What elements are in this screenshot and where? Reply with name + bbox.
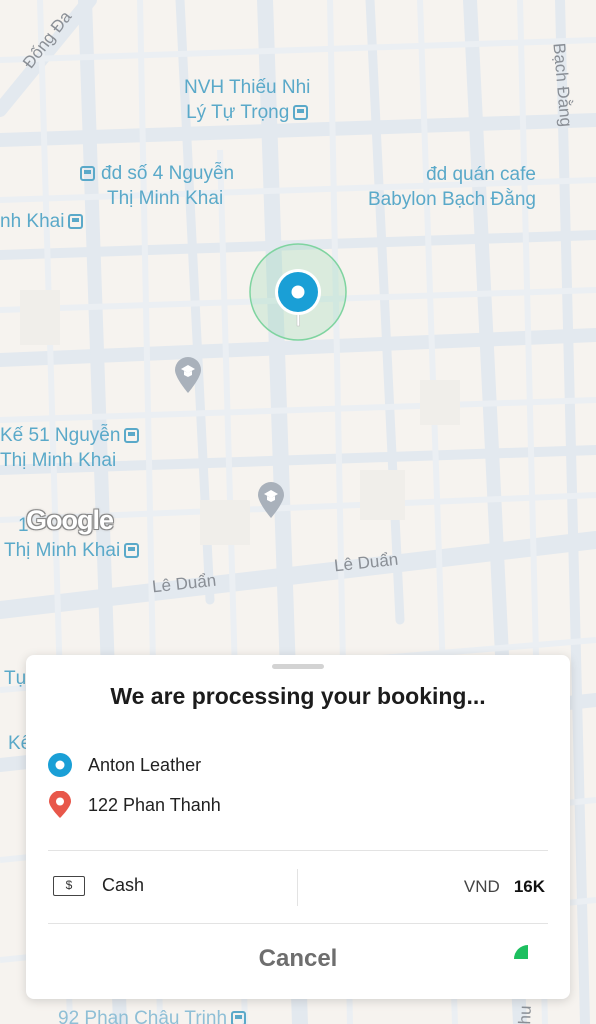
google-logo: Google [26,505,114,535]
booking-sheet: We are processing your booking... Anton … [26,655,570,999]
map-label-nvh-thieu-nhi[interactable]: NVH Thiếu Nhi Lý Tự Trọng [184,75,310,125]
bus-stop-icon [293,105,309,120]
bus-stop-icon [68,214,84,229]
divider [48,923,548,924]
dropoff-row[interactable]: 122 Phan Thanh [48,791,221,819]
loading-spinner-icon [514,945,528,959]
street-label-edge-3: hu [515,1005,535,1024]
school-icon[interactable] [256,481,286,519]
divider-vertical [297,869,298,906]
bus-stop-icon [124,543,140,558]
payment-method-label: Cash [102,875,145,895]
map-label-quan-cafe[interactable]: đd quán cafe Babylon Bạch Đằng [368,162,536,212]
pickup-address: Anton Leather [88,754,202,775]
bus-stop-icon [231,1011,247,1024]
cash-icon: $ [53,875,85,896]
cancel-button[interactable]: Cancel [26,945,570,973]
booking-status-title: We are processing your booking... [110,683,486,709]
fare-amount: 16K [513,877,545,896]
map-label-edge: Tụ [4,668,27,689]
fare: VND 16K [464,877,545,897]
map-label-dd-so-4[interactable]: đd số 4 Nguyễn Thị Minh Khai [80,161,234,211]
dropoff-pin-icon [49,791,71,818]
bus-stop-icon [80,166,95,181]
current-location-pin [249,243,347,341]
dropoff-address: 122 Phan Thanh [88,794,221,815]
payment-method[interactable]: $ Cash [53,875,144,896]
map-label-92-phan-chau-trinh[interactable]: 92 Phan Châu Trinh [58,1006,247,1024]
school-icon[interactable] [173,356,203,394]
pickup-row[interactable]: Anton Leather [48,751,201,779]
fare-currency: VND [463,877,500,896]
pickup-dot-icon [48,753,72,777]
map-label-nh-khai[interactable]: nh Khai [0,209,84,234]
divider [48,850,548,851]
map-label-ke-51[interactable]: Kế 51 Nguyễn Thị Minh Khai [0,423,140,473]
bus-stop-icon [124,428,140,443]
drag-handle[interactable] [272,664,324,669]
